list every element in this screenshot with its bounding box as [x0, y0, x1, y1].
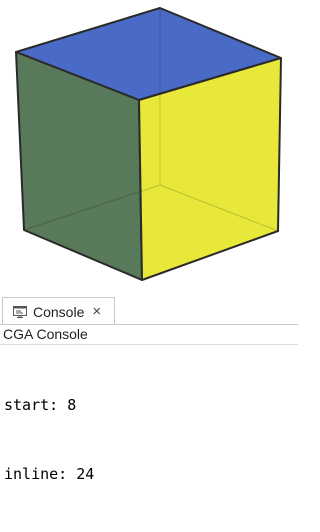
console-panel: Console × CGA Console start: 8 inline: 2… — [0, 288, 298, 483]
console-output[interactable]: start: 8 inline: 24 — [4, 348, 94, 532]
tab-console-label: Console — [33, 303, 85, 320]
console-line: inline: 24 — [4, 465, 95, 483]
close-icon[interactable]: × — [92, 304, 101, 319]
3d-viewport[interactable] — [0, 0, 298, 288]
console-line: start: 8 — [4, 396, 77, 414]
tab-divider — [0, 324, 298, 325]
console-title-divider — [0, 344, 298, 345]
console-tab-strip: Console × — [0, 288, 298, 326]
console-title: CGA Console — [3, 326, 88, 342]
cube-scene — [15, 7, 282, 281]
console-icon — [13, 305, 27, 318]
tab-console[interactable]: Console × — [2, 297, 115, 325]
